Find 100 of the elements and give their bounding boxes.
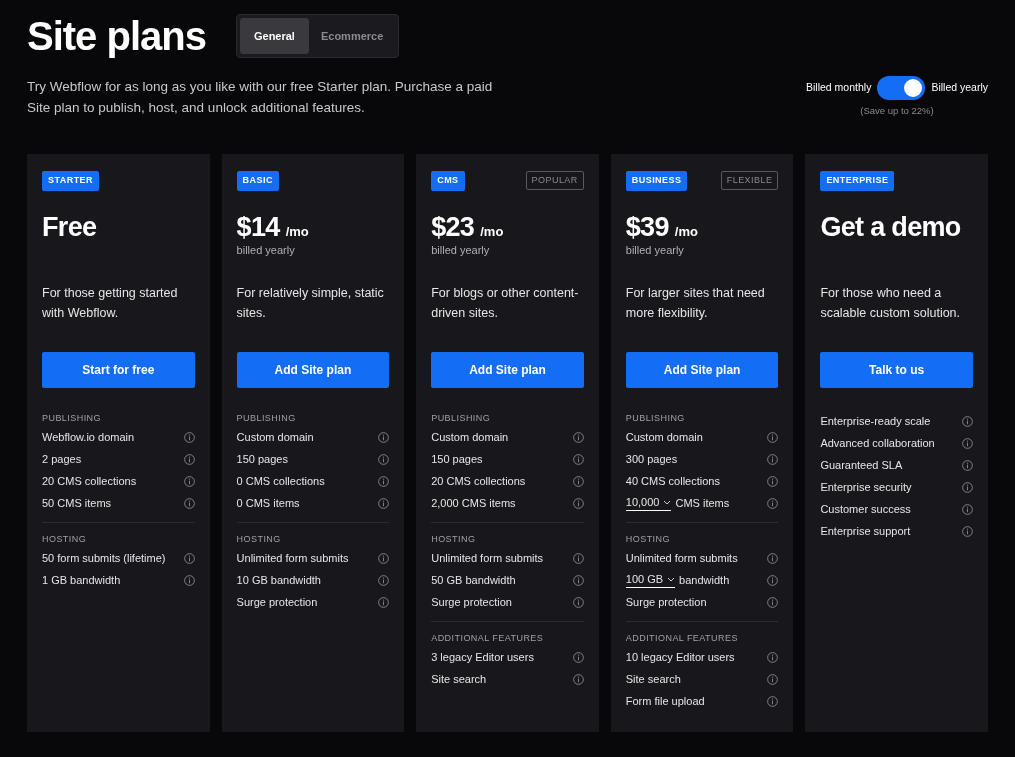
- info-icon[interactable]: [183, 574, 195, 586]
- feature-label: Webflow.io domain: [42, 430, 135, 445]
- plan-description: For those who need a scalable custom solution.: [820, 285, 962, 323]
- plan-tag: ENTERPRISE: [820, 170, 895, 191]
- plan-description: For relatively simple, static sites.: [236, 285, 385, 323]
- info-icon[interactable]: [767, 596, 779, 608]
- plan-tag: BUSINESS: [625, 170, 688, 191]
- section-heading: ADDITIONAL FEATURES: [431, 631, 545, 645]
- plan-tag: BASIC: [236, 170, 279, 191]
- section-heading: HOSTING: [42, 532, 88, 546]
- info-icon[interactable]: [767, 673, 779, 685]
- info-icon[interactable]: [572, 596, 584, 608]
- feature-label: Unlimited form submits: [625, 551, 738, 566]
- feature-label: 300 pages: [625, 452, 678, 467]
- info-icon[interactable]: [572, 574, 584, 586]
- amount-dropdown[interactable]: 10,000: [625, 495, 672, 512]
- section-heading: HOSTING: [431, 532, 477, 546]
- plan-button[interactable]: Add Site plan: [431, 352, 584, 389]
- info-icon[interactable]: [378, 453, 390, 465]
- section-heading: PUBLISHING: [42, 411, 102, 425]
- info-icon[interactable]: [378, 574, 390, 586]
- billing-note: billed yearly: [236, 243, 296, 258]
- feature-label: 2,000 CMS items: [431, 496, 516, 511]
- plan-description: For blogs or other content-driven sites.: [431, 285, 580, 323]
- info-icon[interactable]: [572, 673, 584, 685]
- feature-label: 40 CMS collections: [625, 474, 720, 489]
- info-icon[interactable]: [961, 415, 973, 427]
- plan-description: For those getting started with Webflow.: [42, 285, 179, 323]
- info-icon[interactable]: [378, 596, 390, 608]
- plan-price: $23: [431, 211, 475, 244]
- info-icon[interactable]: [572, 651, 584, 663]
- toggle-label: Billed monthly: [806, 80, 872, 96]
- info-icon[interactable]: [572, 475, 584, 487]
- info-icon[interactable]: [767, 574, 779, 586]
- info-icon[interactable]: [183, 497, 195, 509]
- plan-tab[interactable]: Ecommerce: [308, 18, 396, 54]
- info-icon[interactable]: [767, 651, 779, 663]
- feature-label: Surge protection: [236, 595, 318, 610]
- section-heading: HOSTING: [236, 532, 282, 546]
- info-icon[interactable]: [767, 453, 779, 465]
- feature-label: Custom domain: [431, 430, 509, 445]
- plan-button[interactable]: Start for free: [42, 352, 195, 389]
- info-icon[interactable]: [767, 497, 779, 509]
- info-icon[interactable]: [183, 552, 195, 564]
- billing-switch[interactable]: [877, 76, 926, 100]
- savings-note: (Save up to 22%): [860, 104, 934, 118]
- price-period: /mo: [674, 223, 698, 242]
- feature-label: 20 CMS collections: [431, 474, 526, 489]
- plan-button[interactable]: Add Site plan: [625, 352, 779, 389]
- section-heading: HOSTING: [625, 532, 671, 546]
- info-icon[interactable]: [378, 431, 390, 443]
- plan-badge: POPULAR: [525, 171, 584, 191]
- feature-label: Surge protection: [431, 595, 512, 610]
- chevron-down-icon: [667, 576, 676, 582]
- info-icon[interactable]: [378, 497, 390, 509]
- feature-label: 10 legacy Editor users: [625, 650, 735, 665]
- plan-badge: FLEXIBLE: [720, 171, 779, 191]
- feature-label: 50 form submits (lifetime): [42, 551, 166, 566]
- info-icon[interactable]: [572, 431, 584, 443]
- feature-label: Advanced collaboration: [820, 436, 935, 451]
- info-icon[interactable]: [961, 503, 973, 515]
- feature-label: 150 pages: [431, 452, 483, 467]
- intro-text: Try Webflow for as long as you like with our free Starter plan. Purchase a paid Site plan to publish, host, and unlock additional features.: [27, 78, 494, 117]
- info-icon[interactable]: [183, 475, 195, 487]
- info-icon[interactable]: [961, 437, 973, 449]
- plan-price: $39: [625, 211, 669, 244]
- feature-label: 10 GB bandwidth: [236, 573, 321, 588]
- info-icon[interactable]: [961, 459, 973, 471]
- plan-price: Free: [42, 211, 97, 244]
- info-icon[interactable]: [767, 475, 779, 487]
- info-icon[interactable]: [378, 475, 390, 487]
- info-icon[interactable]: [767, 552, 779, 564]
- info-icon[interactable]: [572, 453, 584, 465]
- feature-label: Enterprise support: [820, 524, 911, 539]
- amount-dropdown[interactable]: 100 GB: [625, 572, 676, 589]
- plan-tag: STARTER: [42, 170, 99, 191]
- plan-button[interactable]: Talk to us: [820, 352, 973, 389]
- info-icon[interactable]: [183, 431, 195, 443]
- info-icon[interactable]: [961, 525, 973, 537]
- price-period: /mo: [480, 223, 504, 242]
- billing-note: billed yearly: [431, 243, 491, 258]
- feature-label: 50 CMS items: [42, 496, 112, 511]
- section-heading: ADDITIONAL FEATURES: [625, 631, 739, 645]
- info-icon[interactable]: [572, 497, 584, 509]
- feature-label: 20 CMS collections: [42, 474, 137, 489]
- plan-button[interactable]: Add Site plan: [236, 352, 390, 389]
- info-icon[interactable]: [767, 431, 779, 443]
- feature-label: Site search: [625, 672, 681, 687]
- info-icon[interactable]: [572, 552, 584, 564]
- plan-tab[interactable]: General: [239, 18, 309, 54]
- info-icon[interactable]: [183, 453, 195, 465]
- info-icon[interactable]: [378, 552, 390, 564]
- feature-label: 1 GB bandwidth: [42, 573, 121, 588]
- info-icon[interactable]: [961, 481, 973, 493]
- feature-label: 3 legacy Editor users: [431, 650, 534, 665]
- info-icon[interactable]: [767, 695, 779, 707]
- feature-label: Form file upload: [625, 694, 705, 709]
- feature-label: CMS items: [675, 496, 730, 511]
- feature-label: Enterprise-ready scale: [820, 414, 931, 429]
- feature-label: Guaranteed SLA: [820, 458, 903, 473]
